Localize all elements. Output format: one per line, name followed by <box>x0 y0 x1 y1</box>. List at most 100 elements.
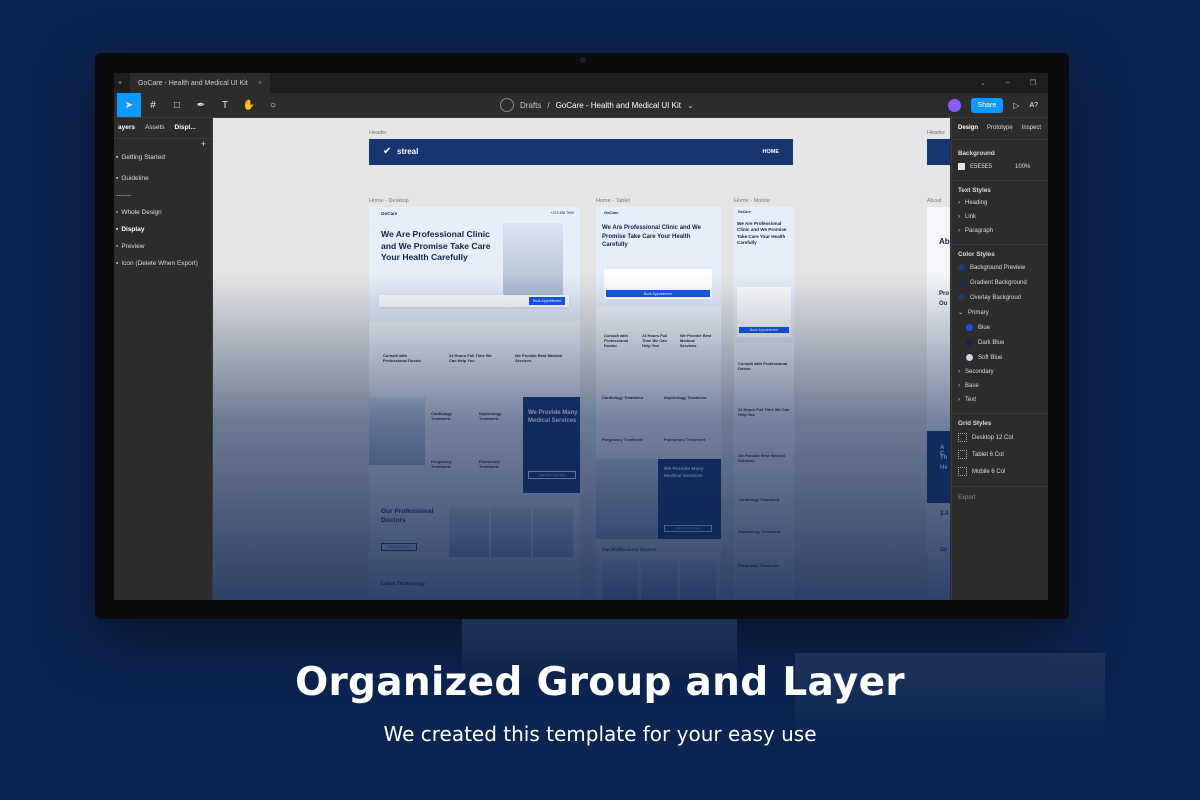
brand-logo: GoCare <box>604 210 619 215</box>
move-tool-icon[interactable]: ➤ <box>117 93 141 117</box>
layer-item[interactable]: ▪ Preview <box>114 238 212 255</box>
play-icon[interactable]: ▷ <box>1013 101 1019 110</box>
text-style-group[interactable]: › Heading <box>952 196 1048 210</box>
design-canvas[interactable]: Header ✔ streal HOME Home - Desktop GoCa… <box>213 118 950 600</box>
about-frame[interactable]: Ab Pro Ou A C Th He 2.4 Go <box>927 207 950 600</box>
frame-label-mobile[interactable]: Home - Mobile <box>734 198 770 204</box>
user-badge[interactable]: A? <box>1029 102 1038 109</box>
minimize-icon[interactable]: – <box>1006 79 1010 87</box>
mobile-frame[interactable]: GoCare We Are Professional Clinic and We… <box>734 207 794 600</box>
tab-pages[interactable]: Displ... <box>175 124 196 138</box>
color-group-label: Text <box>965 397 977 403</box>
caption-subtitle: We created this template for your easy u… <box>383 722 817 746</box>
grid-style-item[interactable]: Desktop 12 Col <box>952 429 1048 446</box>
primary-color-item[interactable]: Soft Blue <box>952 350 1048 365</box>
about-fragment: Pro <box>939 291 950 297</box>
tab-inspect[interactable]: Inspect <box>1022 125 1041 139</box>
provide-services-box: We Provide Many Medical Services View Mo… <box>658 459 721 539</box>
background-hex[interactable]: E5E5E5 <box>970 164 992 170</box>
comment-tool-icon[interactable]: ○ <box>261 93 285 117</box>
color-style-label: Background Preview <box>970 264 1026 271</box>
tablet-frame[interactable]: GoCare We Are Professional Clinic and We… <box>596 207 721 600</box>
chevron-down-icon[interactable]: ⌄ <box>980 79 986 87</box>
color-group-label: Primary <box>968 309 989 316</box>
view-services-button[interactable]: View More Services <box>528 471 576 479</box>
service-item: Pulmonary Treatment <box>479 459 500 469</box>
tab-layers[interactable]: ayers <box>118 124 135 138</box>
desktop-frame[interactable]: GoCare +123 456 7890 We Are Professional… <box>369 207 580 600</box>
color-swatch <box>966 324 973 331</box>
about-fragment: Ou <box>939 301 948 307</box>
tab-prototype[interactable]: Prototype <box>987 125 1013 139</box>
add-page-icon[interactable]: + <box>201 139 206 149</box>
frame-label-tablet[interactable]: Home - Tablet <box>596 198 630 204</box>
header-frame[interactable]: ✔ streal HOME <box>369 139 793 165</box>
frame-label-header[interactable]: Header <box>369 130 387 136</box>
breadcrumb: Drafts / GoCare - Health and Medical UI … <box>500 93 694 117</box>
book-appointment-button[interactable]: Book Appointment <box>739 327 789 333</box>
share-button[interactable]: Share <box>970 97 1004 113</box>
tab-assets[interactable]: Assets <box>145 124 165 138</box>
hand-tool-icon[interactable]: ✋ <box>237 93 261 117</box>
chevron-right-icon: › <box>958 228 960 234</box>
breadcrumb-drafts[interactable]: Drafts <box>520 101 541 110</box>
color-group[interactable]: › Secondary <box>952 365 1048 379</box>
about-fragment: Th <box>940 455 948 461</box>
book-appointment-button[interactable]: Book Appointment <box>606 290 710 297</box>
background-opacity[interactable]: 100% <box>1015 164 1030 170</box>
layer-item[interactable]: ------- <box>114 187 212 204</box>
text-style-group[interactable]: › Link <box>952 210 1048 224</box>
text-style-group[interactable]: › Paragraph <box>952 224 1048 238</box>
header-nav-home: HOME <box>762 149 780 155</box>
file-tab[interactable]: GoCare - Health and Medical UI Kit × <box>130 73 270 93</box>
tab-design[interactable]: Design <box>958 125 978 139</box>
close-icon[interactable]: × <box>258 80 262 87</box>
caption-title: Organized Group and Layer <box>295 660 905 705</box>
book-appointment-button[interactable]: Book Appointment <box>529 297 565 305</box>
breadcrumb-file[interactable]: GoCare - Health and Medical UI Kit <box>556 101 681 110</box>
hero-title: We Are Professional Clinic and We Promis… <box>737 221 787 246</box>
doctors-title: Our Professional Doctors <box>602 547 657 552</box>
frame-label-desktop[interactable]: Home - Desktop <box>369 198 409 204</box>
color-group[interactable]: › Base <box>952 379 1048 393</box>
avatar[interactable] <box>947 98 961 112</box>
pen-tool-icon[interactable]: ✒ <box>189 93 213 117</box>
color-swatch <box>958 294 965 301</box>
section-text-styles: Text Styles <box>958 187 991 194</box>
view-services-button[interactable]: View More Services <box>664 525 712 532</box>
layer-item[interactable]: ▪ Whole Design <box>114 204 212 221</box>
tablet-hero: GoCare We Are Professional Clinic and We… <box>596 207 721 307</box>
header-frame-2[interactable] <box>927 139 950 165</box>
layer-item[interactable]: ▪ Getting Started <box>114 149 212 166</box>
layer-item[interactable]: ▪ Display <box>114 221 212 238</box>
color-swatch[interactable] <box>958 163 965 170</box>
primary-color-item[interactable]: Blue <box>952 320 1048 335</box>
layer-item[interactable]: ▪ Guideline <box>114 170 212 187</box>
color-style-item[interactable]: Background Preview <box>952 260 1048 275</box>
color-swatch <box>966 339 973 346</box>
grid-style-item[interactable]: Tablet 6 Col <box>952 446 1048 463</box>
layer-label: Getting Started <box>121 154 166 161</box>
color-group[interactable]: › Text <box>952 393 1048 407</box>
view-doctors-button[interactable]: View All Doctors <box>381 543 417 551</box>
layer-item[interactable]: ▪ Icon (Delete When Export) <box>114 255 212 272</box>
background-fill-row[interactable]: E5E5E5 100% <box>952 159 1048 174</box>
service-item: Cardiology Treatment <box>738 497 780 502</box>
grid-style-item[interactable]: Mobile 6 Col <box>952 463 1048 480</box>
primary-color-item[interactable]: Dark Blue <box>952 335 1048 350</box>
new-tab-icon[interactable]: + <box>118 80 122 87</box>
color-style-item[interactable]: Gradient Background <box>952 275 1048 290</box>
text-tool-icon[interactable]: T <box>213 93 237 117</box>
frame-tool-icon[interactable]: # <box>141 93 165 117</box>
shape-tool-icon[interactable]: □ <box>165 93 189 117</box>
chevron-down-icon[interactable]: ⌄ <box>687 101 694 110</box>
frame-label-about[interactable]: About <box>927 198 941 204</box>
figma-screen: + GoCare - Health and Medical UI Kit × ⌄… <box>114 73 1048 600</box>
right-panel-tabs: Design Prototype Inspect <box>952 118 1048 140</box>
color-style-item[interactable]: Overlay Backgroud <box>952 290 1048 305</box>
color-group-primary[interactable]: ⌄ Primary <box>952 305 1048 320</box>
frame-label-header-2[interactable]: Header <box>927 130 945 136</box>
chevron-right-icon: › <box>958 397 960 403</box>
restore-icon[interactable]: ❐ <box>1030 79 1036 87</box>
export-section[interactable]: Export <box>952 487 1048 505</box>
